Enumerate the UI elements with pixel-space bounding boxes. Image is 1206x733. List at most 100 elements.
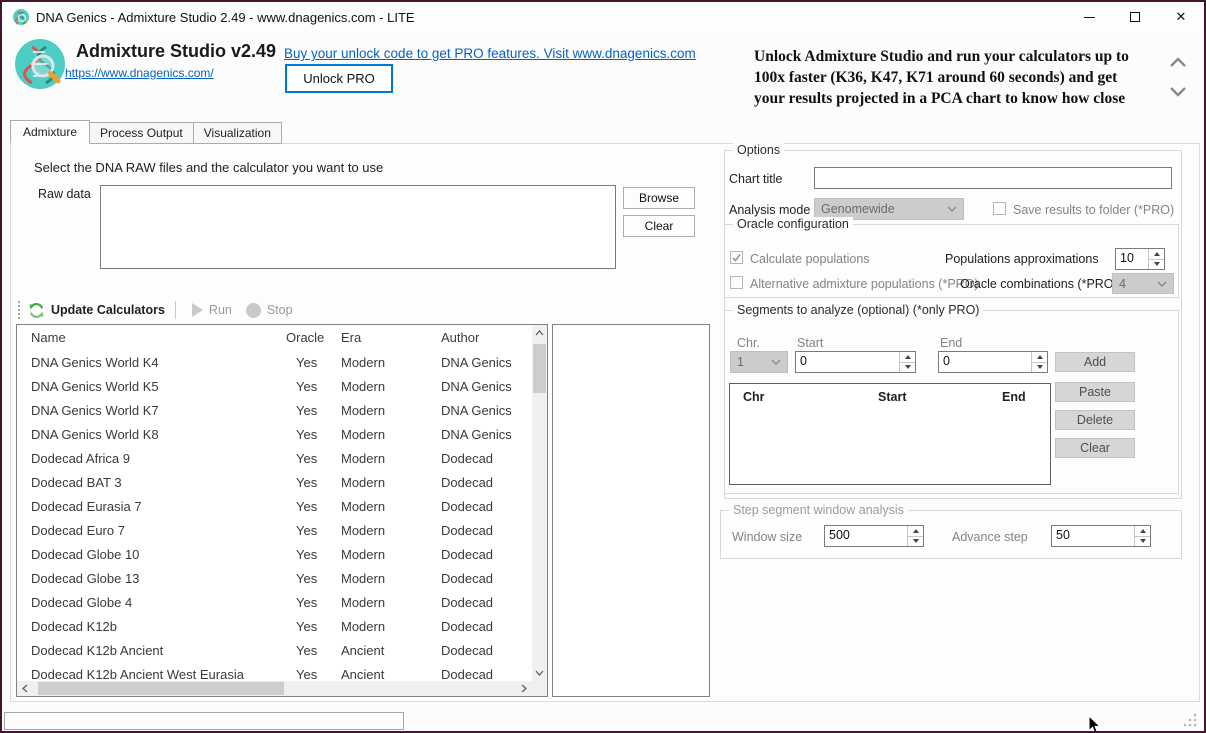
cell-era: Modern <box>341 351 437 375</box>
promo-text: Unlock Admixture Studio and run your cal… <box>754 46 1156 112</box>
browse-button[interactable]: Browse <box>623 187 695 209</box>
table-row[interactable]: DNA Genics World K5YesModernDNA Genics <box>17 375 532 399</box>
table-row[interactable]: Dodecad Globe 13YesModernDodecad <box>17 567 532 591</box>
advance-step-stepper[interactable]: 50 <box>1051 525 1151 547</box>
oracle-combinations-label: Oracle combinations (*PRO) <box>960 277 1118 291</box>
end-stepper[interactable]: 0 <box>938 351 1048 373</box>
table-row[interactable]: Dodecad K12b Ancient West EurasiaYesAnci… <box>17 663 532 681</box>
table-row[interactable]: DNA Genics World K8YesModernDNA Genics <box>17 423 532 447</box>
delete-segment-button[interactable]: Delete <box>1055 410 1135 430</box>
cell-author: Dodecad <box>441 591 532 615</box>
chart-title-input[interactable] <box>814 167 1172 189</box>
scrollbar-left-icon[interactable] <box>17 681 33 696</box>
column-header-name[interactable]: Name <box>31 325 281 351</box>
update-calculators-button[interactable]: Update Calculators <box>51 303 165 317</box>
tab-process-output[interactable]: Process Output <box>90 122 194 144</box>
column-header-era[interactable]: Era <box>341 325 437 351</box>
segments-col-end: End <box>1002 390 1026 404</box>
run-button[interactable]: Run <box>209 303 232 317</box>
scrollbar-right-icon[interactable] <box>516 681 532 696</box>
window-size-stepper[interactable]: 500 <box>824 525 924 547</box>
column-header-oracle[interactable]: Oracle <box>286 325 338 351</box>
tab-visualization[interactable]: Visualization <box>194 122 282 144</box>
progress-bar <box>4 712 404 730</box>
column-header-author[interactable]: Author <box>441 325 533 351</box>
vertical-scrollbar-thumb[interactable] <box>533 344 546 393</box>
table-row[interactable]: DNA Genics World K4YesModernDNA Genics <box>17 351 532 375</box>
table-row[interactable]: Dodecad Globe 4YesModernDodecad <box>17 591 532 615</box>
stepper-up-icon[interactable] <box>1032 352 1047 363</box>
stepper-down-icon[interactable] <box>1135 537 1150 547</box>
start-stepper[interactable]: 0 <box>795 351 916 373</box>
clear-segments-button[interactable]: Clear <box>1055 438 1135 458</box>
table-row[interactable]: Dodecad Euro 7YesModernDodecad <box>17 519 532 543</box>
horizontal-scrollbar[interactable] <box>17 681 532 696</box>
stepper-down-icon[interactable] <box>1149 260 1164 270</box>
resize-grip[interactable] <box>1182 712 1198 728</box>
vertical-scrollbar[interactable] <box>532 325 547 681</box>
stepper-down-icon[interactable] <box>900 363 915 373</box>
cell-name: Dodecad Globe 13 <box>31 567 281 591</box>
raw-data-label: Raw data <box>38 187 91 201</box>
maximize-button[interactable] <box>1112 2 1158 32</box>
scrollbar-down-icon[interactable] <box>532 665 547 681</box>
minimize-button[interactable] <box>1066 2 1112 32</box>
table-row[interactable]: DNA Genics World K7YesModernDNA Genics <box>17 399 532 423</box>
cell-name: DNA Genics World K4 <box>31 351 281 375</box>
table-row[interactable]: Dodecad Africa 9YesModernDodecad <box>17 447 532 471</box>
app-icon <box>13 9 29 25</box>
unlock-pro-button[interactable]: Unlock PRO <box>285 64 393 93</box>
tab-admixture[interactable]: Admixture <box>10 120 90 144</box>
table-row[interactable]: Dodecad BAT 3YesModernDodecad <box>17 471 532 495</box>
table-row[interactable]: Dodecad Eurasia 7YesModernDodecad <box>17 495 532 519</box>
calculator-list[interactable]: Name Oracle Era Author DNA Genics World … <box>16 324 548 697</box>
horizontal-scrollbar-thumb[interactable] <box>38 682 284 695</box>
title-bar[interactable]: DNA Genics - Admixture Studio 2.49 - www… <box>2 2 1204 32</box>
raw-data-input[interactable] <box>100 185 616 269</box>
cell-era: Modern <box>341 423 437 447</box>
stepper-up-icon[interactable] <box>900 352 915 363</box>
stepper-down-icon[interactable] <box>908 537 923 547</box>
paste-segments-button[interactable]: Paste <box>1055 382 1135 402</box>
cell-name: Dodecad K12b Ancient West Eurasia <box>31 663 281 681</box>
cell-author: Dodecad <box>441 495 532 519</box>
table-row[interactable]: Dodecad K12bYesModernDodecad <box>17 615 532 639</box>
table-row[interactable]: Dodecad K12b AncientYesAncientDodecad <box>17 639 532 663</box>
scrollbar-up-icon[interactable] <box>532 325 547 341</box>
cell-author: Dodecad <box>441 447 532 471</box>
cell-author: DNA Genics <box>441 399 532 423</box>
analysis-mode-label: Analysis mode <box>729 203 810 217</box>
window-size-label: Window size <box>732 530 802 544</box>
alternative-admixture-checkbox[interactable] <box>730 276 743 289</box>
save-results-checkbox[interactable] <box>993 202 1006 215</box>
cell-name: DNA Genics World K7 <box>31 399 281 423</box>
calculate-populations-checkbox[interactable] <box>730 251 743 264</box>
oracle-combinations-dropdown[interactable]: 4 <box>1112 273 1174 294</box>
stop-button[interactable]: Stop <box>267 303 293 317</box>
chevron-down-icon <box>947 206 957 212</box>
stepper-up-icon[interactable] <box>1135 526 1150 537</box>
stepper-down-icon[interactable] <box>1032 363 1047 373</box>
close-button[interactable]: ✕ <box>1158 2 1204 32</box>
clear-raw-button[interactable]: Clear <box>623 215 695 237</box>
toolbar-grip-handle[interactable] <box>18 301 22 319</box>
stepper-up-icon[interactable] <box>1149 249 1164 260</box>
chevron-down-icon <box>771 359 781 365</box>
stepper-up-icon[interactable] <box>908 526 923 537</box>
save-results-label: Save results to folder (*PRO) <box>1013 203 1174 217</box>
populations-approximations-label: Populations approximations <box>945 252 1099 266</box>
chr-dropdown[interactable]: 1 <box>730 351 788 373</box>
scrollbar-corner <box>532 681 547 696</box>
populations-approximations-stepper[interactable]: 10 <box>1115 248 1165 270</box>
chart-title-label: Chart title <box>729 172 783 186</box>
buy-unlock-link[interactable]: Buy your unlock code to get PRO features… <box>284 46 696 61</box>
results-panel <box>552 324 710 697</box>
scroll-up-icon[interactable] <box>1168 56 1188 70</box>
stop-icon <box>246 303 261 318</box>
options-group-label: Options <box>733 143 784 157</box>
tab-strip: Admixture Process Output Visualization <box>10 123 282 144</box>
table-row[interactable]: Dodecad Globe 10YesModernDodecad <box>17 543 532 567</box>
scroll-down-icon[interactable] <box>1168 84 1188 98</box>
website-link[interactable]: https://www.dnagenics.com/ <box>65 66 214 80</box>
add-segment-button[interactable]: Add <box>1055 352 1135 372</box>
